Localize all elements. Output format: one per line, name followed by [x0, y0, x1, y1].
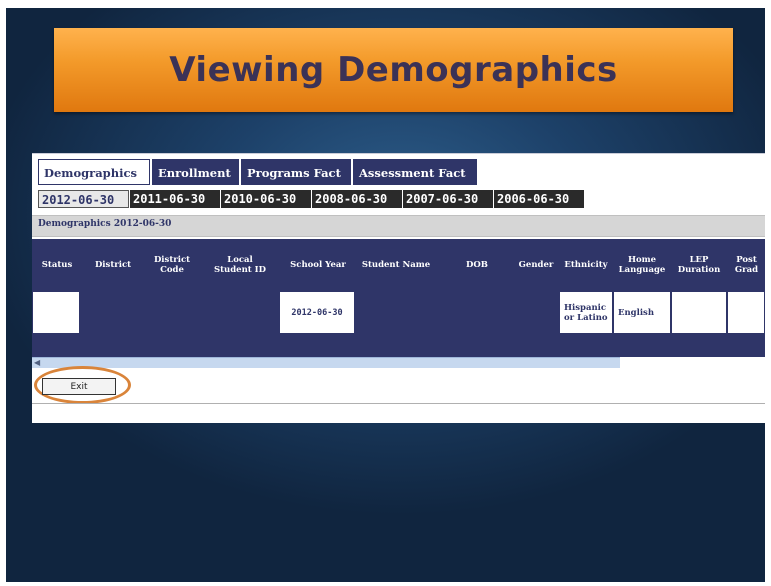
date-tab-2008-06-30[interactable]: 2008-06-30: [312, 190, 402, 208]
column-header-ethnicity: Ethnicity: [564, 260, 608, 270]
cell-district-code: [150, 292, 210, 333]
table-header: Status District District Code Local Stud…: [32, 239, 765, 291]
horizontal-scrollbar[interactable]: ◀: [32, 357, 620, 368]
column-header-district-code: District Code: [153, 255, 191, 275]
table-row: 2012-06-30 Hispanic or Latino English: [32, 291, 765, 335]
exit-button[interactable]: Exit: [42, 378, 116, 395]
cell-student-name: [356, 292, 440, 333]
main-tab-bar: Demographics Enrollment Programs Fact As…: [32, 153, 765, 188]
cell-home-language: English: [614, 292, 670, 333]
cell-local-student-id: [212, 292, 278, 333]
column-header-post-grad: Post Grad: [734, 255, 759, 275]
cell-status: [33, 292, 79, 333]
tab-enrollment[interactable]: Enrollment: [152, 159, 239, 185]
section-title: Demographics 2012-06-30: [38, 219, 172, 229]
section-header: Demographics 2012-06-30: [32, 215, 765, 237]
scroll-left-arrow-icon[interactable]: ◀: [34, 358, 40, 368]
slide: Viewing Demographics Demographics Enroll…: [6, 8, 765, 582]
table-footer: [32, 335, 765, 357]
tab-demographics[interactable]: Demographics: [38, 159, 150, 185]
app-screenshot: Demographics Enrollment Programs Fact As…: [32, 153, 765, 423]
date-tab-2010-06-30[interactable]: 2010-06-30: [221, 190, 311, 208]
date-tab-bar: 2012-06-30 2011-06-30 2010-06-30 2008-06…: [32, 188, 765, 210]
column-header-home-language: Home Language: [618, 255, 666, 275]
title-banner: Viewing Demographics: [54, 28, 733, 112]
date-tab-2006-06-30[interactable]: 2006-06-30: [494, 190, 584, 208]
date-tab-2012-06-30[interactable]: 2012-06-30: [38, 190, 129, 208]
cell-post-grad: [728, 292, 764, 333]
tab-assessment-fact[interactable]: Assessment Fact: [353, 159, 477, 185]
date-tab-2007-06-30[interactable]: 2007-06-30: [403, 190, 493, 208]
cell-school-year: 2012-06-30: [280, 292, 354, 333]
cell-dob: [442, 292, 510, 333]
column-header-lep-duration: LEP Duration: [677, 255, 721, 275]
cell-lep-duration: [672, 292, 726, 333]
column-header-local-student-id: Local Student ID: [213, 255, 266, 275]
date-tab-2011-06-30[interactable]: 2011-06-30: [130, 190, 220, 208]
divider: [32, 403, 765, 404]
column-header-dob: DOB: [466, 260, 488, 270]
column-header-school-year: School Year: [290, 260, 346, 270]
column-header-gender: Gender: [518, 260, 554, 270]
tab-programs-fact[interactable]: Programs Fact: [241, 159, 351, 185]
cell-district: [81, 292, 148, 333]
cell-gender: [512, 292, 558, 333]
cell-ethnicity: Hispanic or Latino: [560, 292, 612, 333]
slide-title: Viewing Demographics: [169, 50, 618, 90]
column-header-district: District: [94, 260, 132, 270]
column-header-status: Status: [41, 260, 73, 270]
column-header-student-name: Student Name: [361, 260, 431, 270]
